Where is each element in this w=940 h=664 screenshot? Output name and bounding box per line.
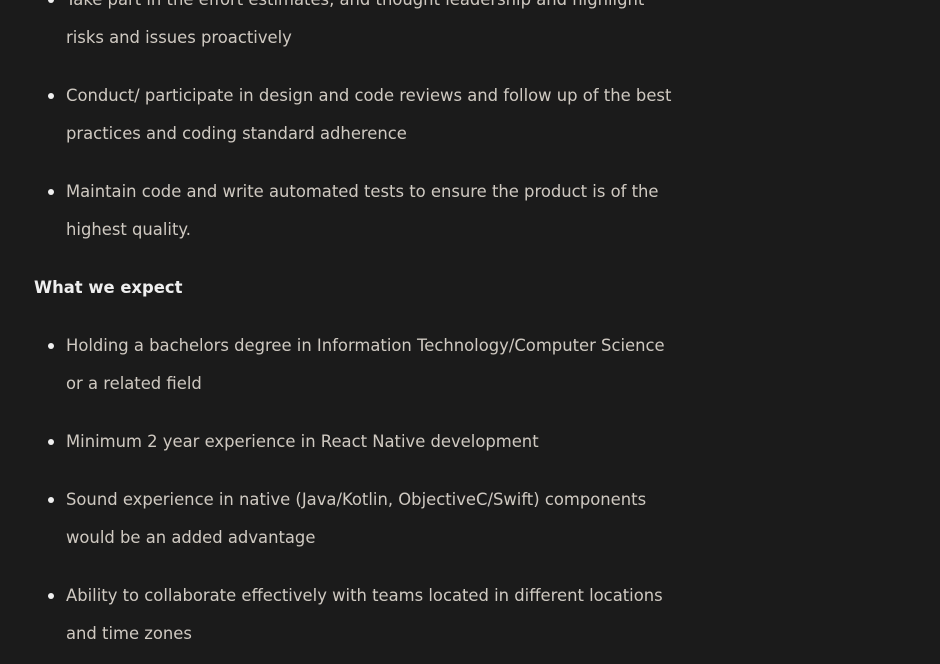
list-item: Holding a bachelors degree in Informatio…	[48, 327, 684, 403]
list-item: Minimum 2 year experience in React Nativ…	[48, 423, 684, 461]
list-item: Sound experience in native (Java/Kotlin,…	[48, 481, 684, 557]
list-item: Maintain code and write automated tests …	[48, 173, 684, 249]
list-item: Take part in the effort estimates, and t…	[48, 0, 684, 57]
list-item: Ability to collaborate effectively with …	[48, 577, 684, 653]
job-description-content: Take part in the effort estimates, and t…	[34, 0, 684, 664]
expectations-list: Holding a bachelors degree in Informatio…	[34, 327, 684, 653]
responsibilities-list: Take part in the effort estimates, and t…	[34, 0, 684, 249]
list-item: Conduct/ participate in design and code …	[48, 77, 684, 153]
section-heading-what-we-expect: What we expect	[34, 278, 183, 297]
